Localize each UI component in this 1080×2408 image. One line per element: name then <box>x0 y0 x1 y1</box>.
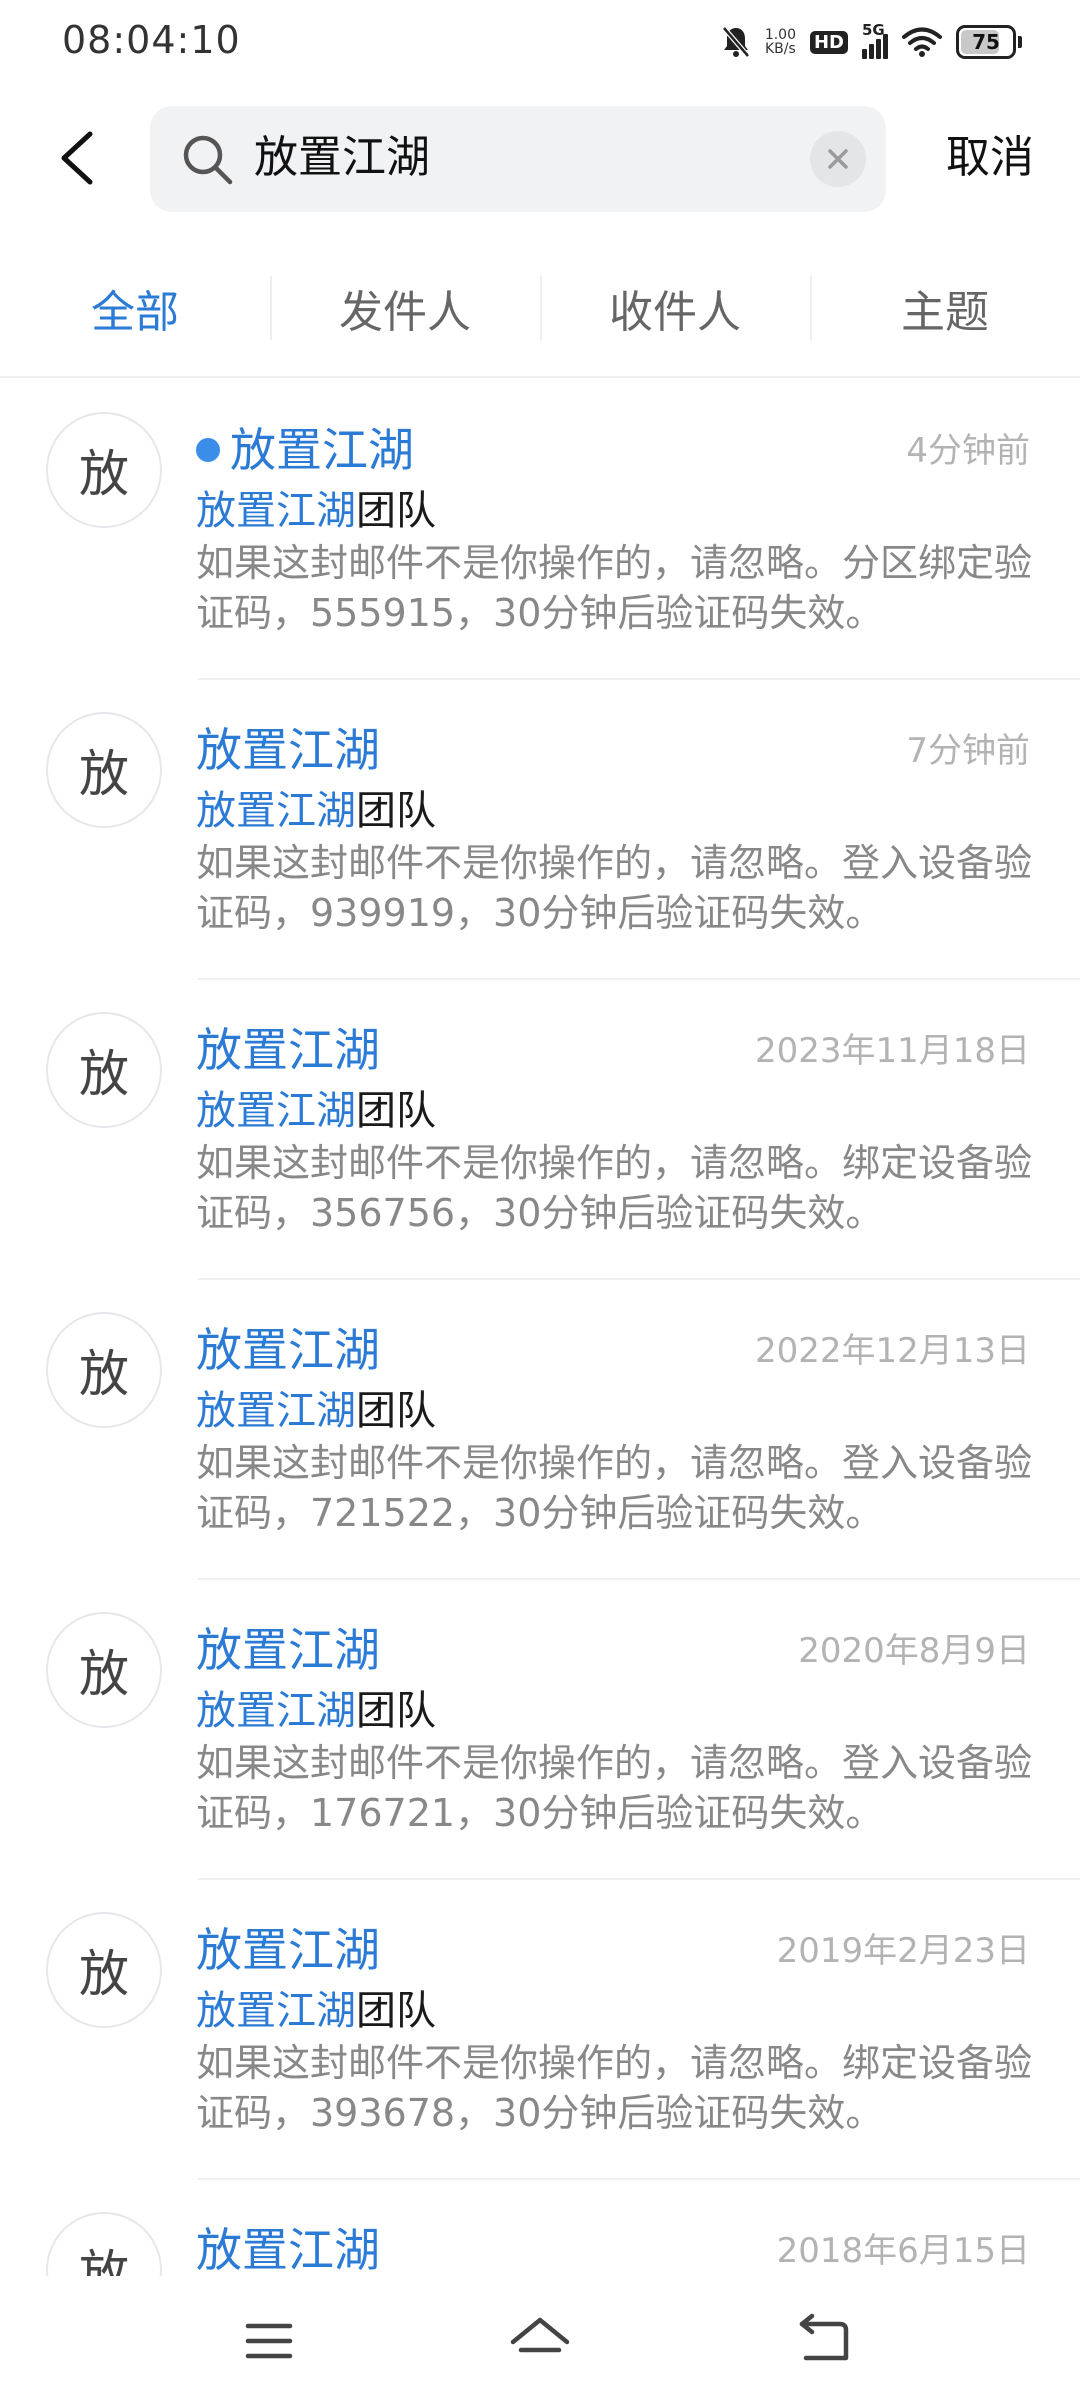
avatar: 放 <box>46 712 162 828</box>
sender-name: 放置江湖 <box>196 2223 380 2276</box>
avatar: 放 <box>46 412 162 528</box>
email-item[interactable]: 放 放置江湖 2018年6月15日 <box>0 2180 1080 2276</box>
tab-all[interactable]: 全部 <box>0 262 270 354</box>
tab-subject[interactable]: 主题 <box>810 262 1080 354</box>
signal-5g-icon: 5G <box>862 21 888 59</box>
status-icons: 1.00 KB/s HD 5G 75 <box>721 21 1022 62</box>
speed-value: 1.00 <box>764 27 796 43</box>
email-time: 4分钟前 <box>906 431 1030 471</box>
wifi-icon <box>902 27 942 57</box>
subject-highlight: 放置江湖 <box>196 1088 356 1134</box>
email-sender: 放置江湖 <box>196 2220 380 2276</box>
battery-level: 75 <box>972 30 1000 54</box>
avatar: 放 <box>46 1312 162 1428</box>
email-list: 放 放置江湖 4分钟前 放置江湖团队 如果这封邮件不是你操作的，请忽略。分区绑定… <box>0 380 1080 2276</box>
email-preview: 如果这封邮件不是你操作的，请忽略。分区绑定验证码，555915，30分钟后验证码… <box>196 541 1033 635</box>
battery-icon: 75 <box>956 25 1022 59</box>
subject-highlight: 放置江湖 <box>196 1688 356 1734</box>
sender-name: 放置江湖 <box>230 423 414 477</box>
tab-sender[interactable]: 发件人 <box>270 262 540 354</box>
email-sender: 放置江湖 <box>196 1020 380 1080</box>
email-time: 7分钟前 <box>906 731 1030 771</box>
avatar: 放 <box>46 1912 162 2028</box>
email-sender: 放置江湖 <box>196 1920 380 1980</box>
bell-muted-icon <box>721 26 750 58</box>
avatar: 放 <box>46 1012 162 1128</box>
sender-name: 放置江湖 <box>196 1023 380 1077</box>
subject-highlight: 放置江湖 <box>196 1988 356 2034</box>
email-time: 2019年2月23日 <box>776 1931 1030 1971</box>
subject-highlight: 放置江湖 <box>196 788 356 834</box>
email-time: 2018年6月15日 <box>776 2231 1030 2271</box>
email-preview: 如果这封邮件不是你操作的，请忽略。登入设备验证码，721522，30分钟后验证码… <box>196 1441 1033 1535</box>
speed-unit: KB/s <box>765 41 796 57</box>
clear-icon <box>828 149 848 169</box>
email-subject: 放置江湖团队 <box>196 1984 436 2038</box>
avatar: 放 <box>46 1612 162 1728</box>
network-speed: 1.00 KB/s <box>765 28 796 56</box>
email-item[interactable]: 放 放置江湖 2022年12月13日 放置江湖团队 如果这封邮件不是你操作的，请… <box>0 1280 1080 1580</box>
email-subject: 放置江湖团队 <box>196 784 436 838</box>
navigation-bar <box>0 2276 1080 2408</box>
email-time: 2023年11月18日 <box>754 1031 1030 1071</box>
subject-rest: 团队 <box>356 1388 436 1434</box>
avatar: 放 <box>46 2212 162 2276</box>
return-icon[interactable] <box>790 2306 860 2376</box>
email-time: 2020年8月9日 <box>798 1631 1030 1671</box>
email-sender: 放置江湖 <box>196 1620 380 1680</box>
email-time: 2022年12月13日 <box>754 1331 1030 1371</box>
back-arrow-icon[interactable] <box>52 128 102 188</box>
search-icon <box>183 135 233 185</box>
search-box[interactable]: 放置江湖 <box>150 106 886 212</box>
subject-highlight: 放置江湖 <box>196 488 356 534</box>
search-input[interactable]: 放置江湖 <box>254 128 430 188</box>
email-item[interactable]: 放 放置江湖 2023年11月18日 放置江湖团队 如果这封邮件不是你操作的，请… <box>0 980 1080 1280</box>
email-sender: 放置江湖 <box>196 720 380 780</box>
subject-highlight: 放置江湖 <box>196 1388 356 1434</box>
status-time: 08:04:10 <box>62 18 241 62</box>
email-preview: 如果这封邮件不是你操作的，请忽略。登入设备验证码，939919，30分钟后验证码… <box>196 841 1033 935</box>
clear-button[interactable] <box>810 131 866 187</box>
email-subject: 放置江湖团队 <box>196 1384 436 1438</box>
email-preview: 如果这封邮件不是你操作的，请忽略。登入设备验证码，176721，30分钟后验证码… <box>196 1741 1033 1835</box>
divider <box>0 376 1080 378</box>
filter-tabs: 全部 发件人 收件人 主题 <box>0 262 1080 354</box>
subject-rest: 团队 <box>356 788 436 834</box>
email-item[interactable]: 放 放置江湖 2019年2月23日 放置江湖团队 如果这封邮件不是你操作的，请忽… <box>0 1880 1080 2180</box>
cancel-button[interactable]: 取消 <box>946 128 1034 188</box>
hd-badge: HD <box>809 30 848 54</box>
home-icon[interactable] <box>505 2306 575 2376</box>
subject-rest: 团队 <box>356 488 436 534</box>
email-subject: 放置江湖团队 <box>196 484 436 538</box>
email-sender: 放置江湖 <box>196 1320 380 1380</box>
sender-name: 放置江湖 <box>196 723 380 777</box>
menu-icon[interactable] <box>234 2306 304 2376</box>
unread-dot-icon <box>196 438 220 462</box>
sender-name: 放置江湖 <box>196 1323 380 1377</box>
subject-rest: 团队 <box>356 1988 436 2034</box>
email-preview: 如果这封邮件不是你操作的，请忽略。绑定设备验证码，356756，30分钟后验证码… <box>196 1141 1033 1235</box>
email-item[interactable]: 放 放置江湖 4分钟前 放置江湖团队 如果这封邮件不是你操作的，请忽略。分区绑定… <box>0 380 1080 680</box>
sender-name: 放置江湖 <box>196 1623 380 1677</box>
tab-recipient[interactable]: 收件人 <box>540 262 810 354</box>
sender-name: 放置江湖 <box>196 1923 380 1977</box>
subject-rest: 团队 <box>356 1688 436 1734</box>
subject-rest: 团队 <box>356 1088 436 1134</box>
network-type: 5G <box>862 21 885 39</box>
email-subject: 放置江湖团队 <box>196 1684 436 1738</box>
status-bar: 08:04:10 1.00 KB/s HD 5G 75 <box>0 0 1080 84</box>
email-subject: 放置江湖团队 <box>196 1084 436 1138</box>
email-sender: 放置江湖 <box>196 420 414 480</box>
email-item[interactable]: 放 放置江湖 2020年8月9日 放置江湖团队 如果这封邮件不是你操作的，请忽略… <box>0 1580 1080 1880</box>
email-preview: 如果这封邮件不是你操作的，请忽略。绑定设备验证码，393678，30分钟后验证码… <box>196 2041 1033 2135</box>
email-item[interactable]: 放 放置江湖 7分钟前 放置江湖团队 如果这封邮件不是你操作的，请忽略。登入设备… <box>0 680 1080 980</box>
